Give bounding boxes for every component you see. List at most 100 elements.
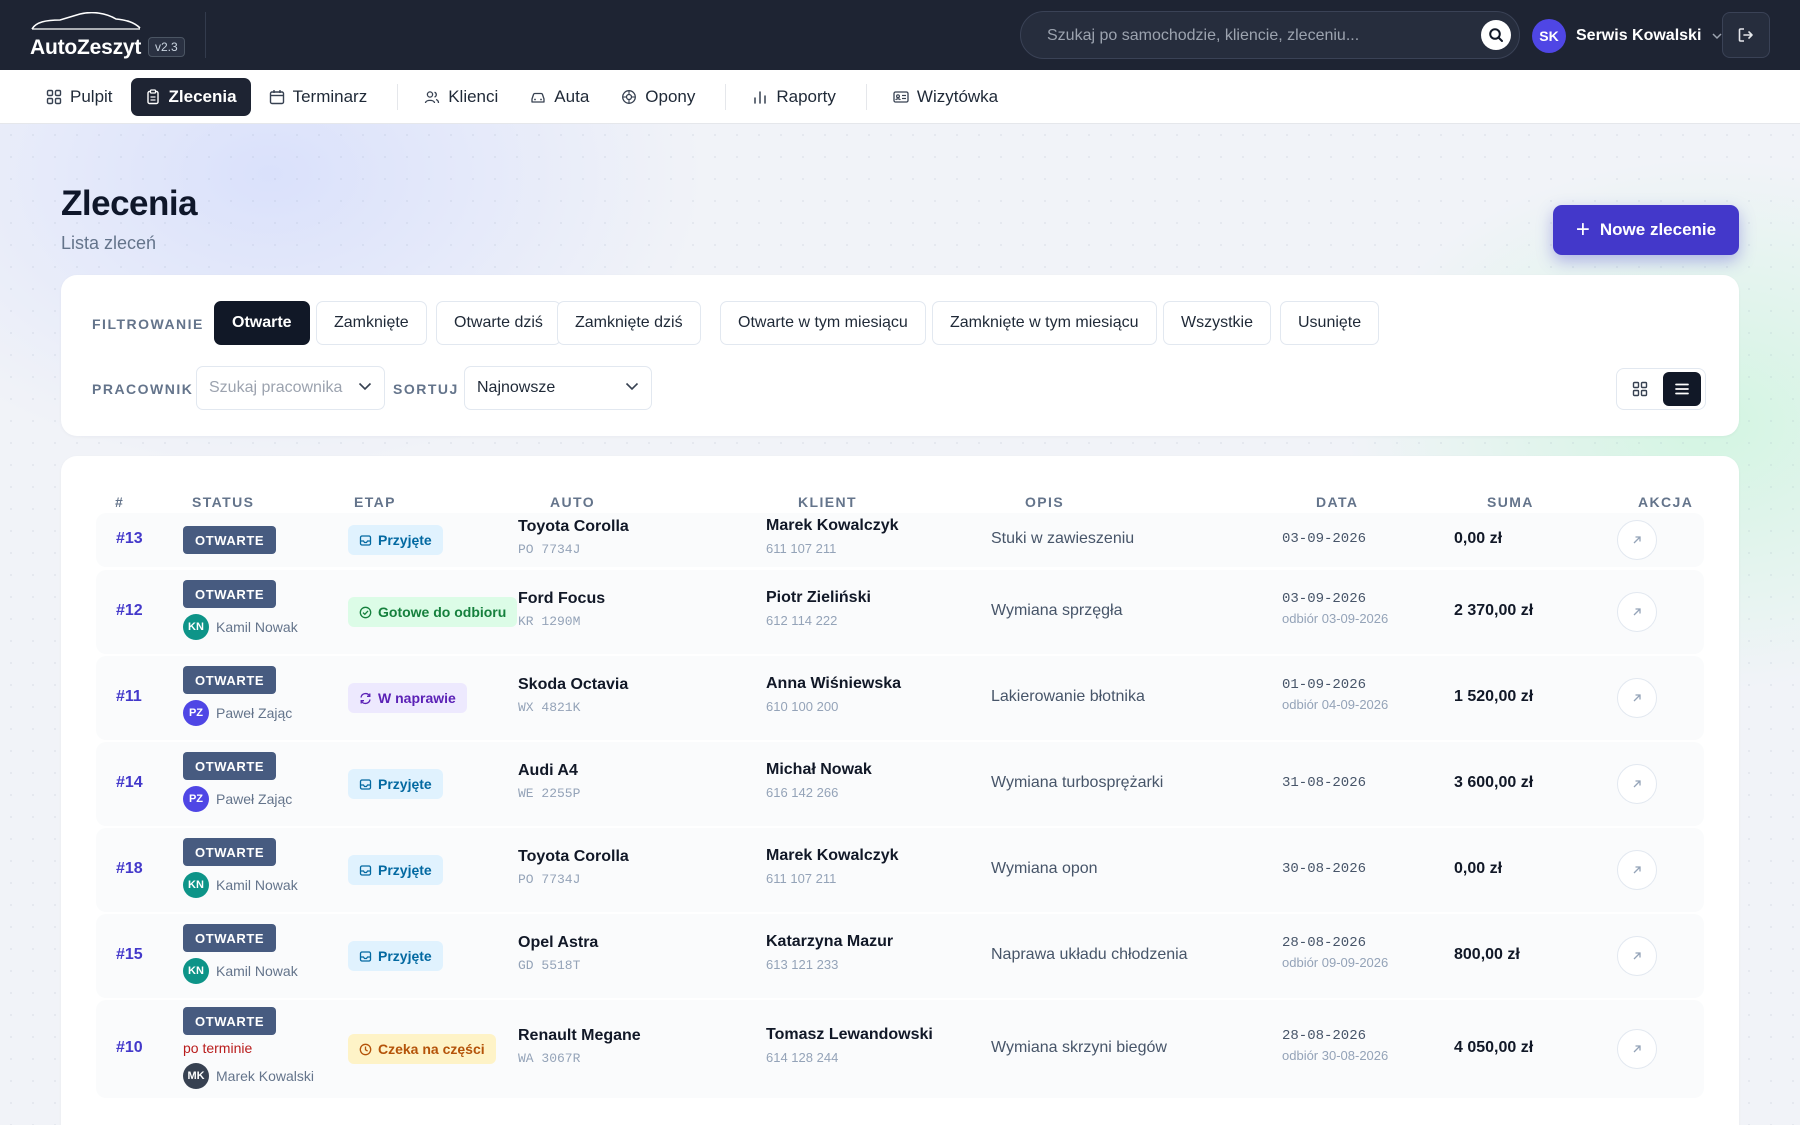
nav-item-zlecenia[interactable]: Zlecenia [130,77,251,116]
filter-chip-otwarte[interactable]: Otwarte [214,301,310,345]
nav-item-klienci[interactable]: Klienci [410,78,512,116]
plus-icon: + [1575,216,1590,243]
open-order-button[interactable] [1617,850,1657,890]
order-description: Naprawa układu chłodzenia [991,946,1188,963]
sort-value: Najnowsze [477,379,556,396]
car-cell: Skoda Octavia WX 4821K [518,676,628,715]
nav-item-terminarz[interactable]: Terminarz [255,78,382,116]
open-order-button[interactable] [1617,764,1657,804]
search-input[interactable] [1047,24,1447,48]
table-row[interactable]: #12 OTWARTE KN Kamil Nowak Gotowe do odbioru… [96,570,1704,654]
client-phone: 610 100 200 [766,699,839,714]
list-icon [1675,383,1689,395]
nav-label: Auta [554,86,590,106]
car-icon [531,92,545,103]
chevron-down-icon [625,382,639,391]
user-menu[interactable]: SK Serwis Kowalski [1532,18,1723,54]
table-row[interactable]: #10 OTWARTE po terminie MK Marek Kowalski Cze… [96,1000,1704,1098]
client-name: Anna Wiśniewska [766,675,902,692]
filter-chip-zamkniete-miesiac[interactable]: Zamknięte w tym miesiącu [932,301,1157,345]
open-order-button[interactable] [1617,936,1657,976]
worker-select[interactable]: Szukaj pracownika [196,366,385,410]
order-id[interactable]: #12 [116,602,143,620]
car-model: Toyota Corolla [518,848,629,865]
filter-chip-zamkniete-dzis[interactable]: Zamknięte dziś [557,301,701,345]
client-phone: 616 142 266 [766,785,839,800]
order-sum: 1 520,00 zł [1454,688,1534,705]
order-description: Stuki w zawieszeniu [991,530,1135,547]
column-header: SUMA [1487,494,1534,510]
order-id[interactable]: #13 [116,530,143,548]
list-view-button[interactable] [1663,372,1701,406]
open-order-button[interactable] [1617,1029,1657,1069]
calendar-icon [269,89,284,104]
nav-item-raporty[interactable]: Raporty [738,78,850,116]
worker-label: PRACOWNIK [92,381,194,397]
car-plate: PO 7734J [518,872,581,887]
version-badge: v2.3 [148,37,185,57]
brand-logo[interactable]: AutoZeszyt v2.3 [30,12,190,62]
grid-view-button[interactable] [1621,372,1659,406]
table-row[interactable]: #15 OTWARTE KN Kamil Nowak Przyjęte Opel Astr… [96,914,1704,998]
pickup-date: odbiór 30-08-2026 [1282,1048,1389,1063]
inbox-icon [359,778,378,791]
assignee: PZ Paweł Zając [183,700,292,726]
open-order-button[interactable] [1617,592,1657,632]
assignee: MK Marek Kowalski [183,1063,314,1089]
table-row[interactable]: #11 OTWARTE PZ Paweł Zając W naprawie Skoda O… [96,656,1704,740]
client-cell: Piotr Zieliński 612 114 222 [766,589,871,628]
nav-label: Opony [645,86,696,106]
column-header: OPIS [1025,494,1065,510]
overdue-label: po terminie [183,1040,253,1056]
status-badge: OTWARTE [183,752,277,780]
avatar: MK [183,1063,209,1089]
column-header: KLIENT [798,494,857,510]
logout-button[interactable] [1722,12,1770,58]
status-badge: OTWARTE [183,666,277,694]
nav-item-auta[interactable]: Auta [516,78,603,116]
filter-chip-otwarte-dzis[interactable]: Otwarte dziś [436,301,561,345]
filter-chip-zamkniete[interactable]: Zamknięte [316,301,427,345]
client-phone: 612 114 222 [766,613,838,628]
avatar: KN [183,958,209,984]
client-phone: 611 107 211 [766,541,837,556]
filter-chip-otwarte-miesiac[interactable]: Otwarte w tym miesiącu [720,301,926,345]
order-date: 01-09-2026 [1282,677,1367,693]
stage-label: Przyjęte [378,532,432,548]
order-id[interactable]: #11 [116,688,142,706]
nav-item-wizytowka[interactable]: Wizytówka [879,78,1012,116]
car-plate: KR 1290M [518,614,581,629]
search-button[interactable] [1481,20,1511,50]
nav-divider [865,83,867,110]
order-description: Wymiana opon [991,860,1098,877]
order-id[interactable]: #18 [116,860,143,878]
sort-select[interactable]: Najnowsze [464,366,652,410]
order-id[interactable]: #14 [116,774,143,792]
table-row[interactable]: #13 OTWARTE Przyjęte Toyota Corolla PO 7734J… [96,513,1704,567]
nav-item-pulpit[interactable]: Pulpit [32,78,127,116]
client-phone: 614 128 244 [766,1050,839,1065]
filter-chip-usuniete[interactable]: Usunięte [1280,301,1380,345]
open-order-button[interactable] [1617,678,1657,718]
arrow-up-right-icon [1633,952,1641,960]
stage-badge: Czeka na części [348,1034,496,1064]
client-name: Michał Nowak [766,761,872,778]
grid-icon [1632,381,1648,397]
order-id[interactable]: #15 [116,946,143,964]
open-order-button[interactable] [1617,520,1657,560]
car-cell: Opel Astra GD 5518T [518,934,598,973]
orders-table: # STATUS ETAP AUTO KLIENT OPIS DATA SUMA… [61,456,1739,1125]
order-id[interactable]: #10 [116,1039,143,1057]
car-plate: WX 4821K [518,700,581,715]
nav-item-opony[interactable]: Opony [607,78,709,116]
new-order-button[interactable]: + Nowe zlecenie [1553,205,1739,255]
column-header: AKCJA [1638,494,1694,510]
avatar: KN [183,614,209,640]
inbox-icon [359,534,378,547]
filter-chip-wszystkie[interactable]: Wszystkie [1163,301,1271,345]
stage-badge: Przyjęte [348,525,443,555]
order-date: 28-08-2026 [1282,1028,1367,1044]
arrow-up-right-icon [1633,536,1641,544]
table-row[interactable]: #18 OTWARTE KN Kamil Nowak Przyjęte Toyota Co… [96,828,1704,912]
table-row[interactable]: #14 OTWARTE PZ Paweł Zając Przyjęte Audi A4 WE… [96,742,1704,826]
